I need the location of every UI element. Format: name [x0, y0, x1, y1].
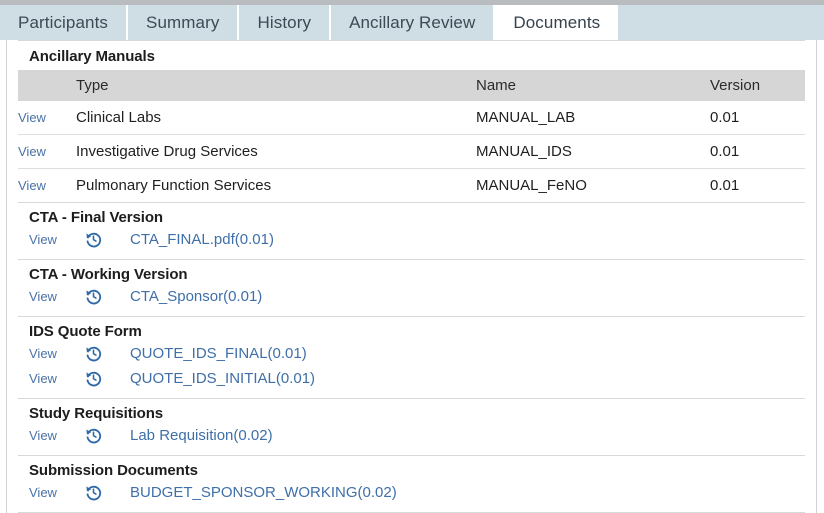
cell-view: View — [18, 134, 76, 169]
document-group-title: Study Requisitions — [29, 405, 164, 422]
document-row: View Lab Requisition(0.02) — [29, 423, 805, 448]
table-row: View Clinical Labs MANUAL_LAB 0.01 — [18, 101, 805, 135]
view-link[interactable]: View — [18, 178, 46, 193]
tab-bar-filler — [618, 5, 824, 40]
tab-bar: Participants Summary History Ancillary Revi… — [0, 5, 824, 40]
document-name-cell: Lab Requisition(0.02) — [130, 427, 273, 445]
view-link[interactable]: View — [29, 428, 57, 443]
document-view-cell: View — [29, 345, 85, 363]
cell-version: 0.01 — [710, 101, 805, 135]
tab-label: Ancillary Review — [349, 12, 476, 32]
tab-participants[interactable]: Participants — [0, 5, 129, 40]
tab-label: Summary — [146, 12, 220, 32]
document-row: View QUOTE_IDS_FINAL(0.01) — [29, 341, 805, 366]
document-link[interactable]: Lab Requisition(0.02) — [130, 427, 273, 444]
document-icon-cell — [85, 370, 130, 387]
column-header-name: Name — [476, 70, 710, 101]
ancillary-manuals-table-body: View Clinical Labs MANUAL_LAB 0.01 View Inves… — [18, 101, 805, 202]
cell-name: MANUAL_FeNO — [476, 177, 587, 194]
tab-label: Documents — [513, 12, 601, 32]
document-group: IDS Quote Form View QUOTE_IDS_FINAL(0.01) V… — [18, 317, 805, 398]
cell-type: Pulmonary Function Services — [76, 177, 272, 194]
view-link[interactable]: View — [29, 371, 57, 386]
ancillary-manuals-table-header: Type Name Version — [18, 70, 805, 101]
ancillary-manuals-table: Type Name Version View Clinical Labs MANUA… — [18, 70, 805, 202]
cell-version: 0.01 — [710, 134, 805, 169]
document-row: View CTA_FINAL.pdf(0.01) — [29, 227, 805, 252]
document-group: Study Requisitions View Lab Requisition(0.… — [18, 399, 805, 455]
document-icon-cell — [85, 484, 130, 501]
cell-type: Clinical Labs — [76, 101, 476, 135]
column-header-version: Version — [710, 70, 805, 101]
cell-version: 0.01 — [710, 177, 740, 194]
document-link[interactable]: QUOTE_IDS_INITIAL(0.01) — [130, 370, 315, 387]
document-group-title: IDS Quote Form — [29, 323, 142, 340]
cell-view: View — [18, 169, 76, 203]
document-link[interactable]: CTA_Sponsor(0.01) — [130, 288, 262, 305]
tab-history[interactable]: History — [239, 5, 332, 40]
document-view-cell: View — [29, 231, 85, 249]
document-groups: CTA - Final Version View CTA_FINAL.pdf(0.0… — [18, 203, 805, 513]
document-row: View CTA_Sponsor(0.01) — [29, 284, 805, 309]
document-view-cell: View — [29, 427, 85, 445]
cell-name: MANUAL_IDS — [476, 134, 710, 169]
document-view-cell: View — [29, 370, 85, 388]
cell-name: MANUAL_LAB — [476, 101, 710, 135]
document-icon-cell — [85, 288, 130, 305]
document-row: View BUDGET_SPONSOR_WORKING(0.02) — [29, 480, 805, 505]
document-name-cell: BUDGET_SPONSOR_WORKING(0.02) — [130, 484, 397, 502]
document-link[interactable]: QUOTE_IDS_FINAL(0.01) — [130, 345, 307, 362]
tab-label: Participants — [18, 12, 109, 32]
tab-label: History — [257, 12, 312, 32]
column-header-view — [18, 70, 76, 101]
document-name-cell: QUOTE_IDS_INITIAL(0.01) — [130, 370, 315, 388]
view-link[interactable]: View — [29, 289, 57, 304]
document-link[interactable]: CTA_FINAL.pdf(0.01) — [130, 231, 274, 248]
table-header-row: Type Name Version — [18, 70, 805, 101]
table-row: View Investigative Drug Services MANUAL_ID… — [18, 134, 805, 169]
view-link[interactable]: View — [29, 346, 57, 361]
document-name-cell: CTA_Sponsor(0.01) — [130, 288, 262, 306]
document-group-title: CTA - Final Version — [29, 209, 163, 226]
document-view-cell: View — [29, 484, 85, 502]
table-row: View Pulmonary Function Services MANUAL_Fe… — [18, 169, 805, 203]
column-header-type: Type — [76, 70, 476, 101]
document-link[interactable]: BUDGET_SPONSOR_WORKING(0.02) — [130, 484, 397, 501]
document-name-cell: QUOTE_IDS_FINAL(0.01) — [130, 345, 307, 363]
cell-view: View — [18, 101, 76, 135]
view-link[interactable]: View — [18, 110, 46, 125]
history-icon[interactable] — [85, 345, 102, 362]
document-group-title: Submission Documents — [29, 462, 198, 479]
cell-type: Investigative Drug Services — [76, 134, 476, 169]
document-group-title: CTA - Working Version — [29, 266, 188, 283]
section-title-ancillary-manuals: Ancillary Manuals — [29, 48, 155, 65]
tab-ancillary-review[interactable]: Ancillary Review — [331, 5, 496, 40]
tab-documents[interactable]: Documents — [495, 5, 619, 40]
history-icon[interactable] — [85, 484, 102, 501]
document-group: CTA - Working Version View CTA_Sponsor(0.0… — [18, 260, 805, 316]
document-icon-cell — [85, 231, 130, 248]
document-row: View QUOTE_IDS_INITIAL(0.01) — [29, 366, 805, 391]
document-group: CTA - Final Version View CTA_FINAL.pdf(0.0… — [18, 203, 805, 259]
history-icon[interactable] — [85, 427, 102, 444]
document-name-cell: CTA_FINAL.pdf(0.01) — [130, 231, 274, 249]
document-icon-cell — [85, 345, 130, 362]
view-link[interactable]: View — [29, 232, 57, 247]
tab-summary[interactable]: Summary — [128, 5, 240, 40]
history-icon[interactable] — [85, 231, 102, 248]
view-link[interactable]: View — [18, 144, 46, 159]
view-link[interactable]: View — [29, 485, 57, 500]
document-group: Submission Documents View BUDGET_SPONSOR_W… — [18, 456, 805, 512]
documents-panel-inner: Ancillary Manuals Type Name Version View… — [7, 40, 816, 513]
document-icon-cell — [85, 427, 130, 444]
document-view-cell: View — [29, 288, 85, 306]
documents-panel: Ancillary Manuals Type Name Version View… — [6, 40, 817, 513]
history-icon[interactable] — [85, 370, 102, 387]
history-icon[interactable] — [85, 288, 102, 305]
